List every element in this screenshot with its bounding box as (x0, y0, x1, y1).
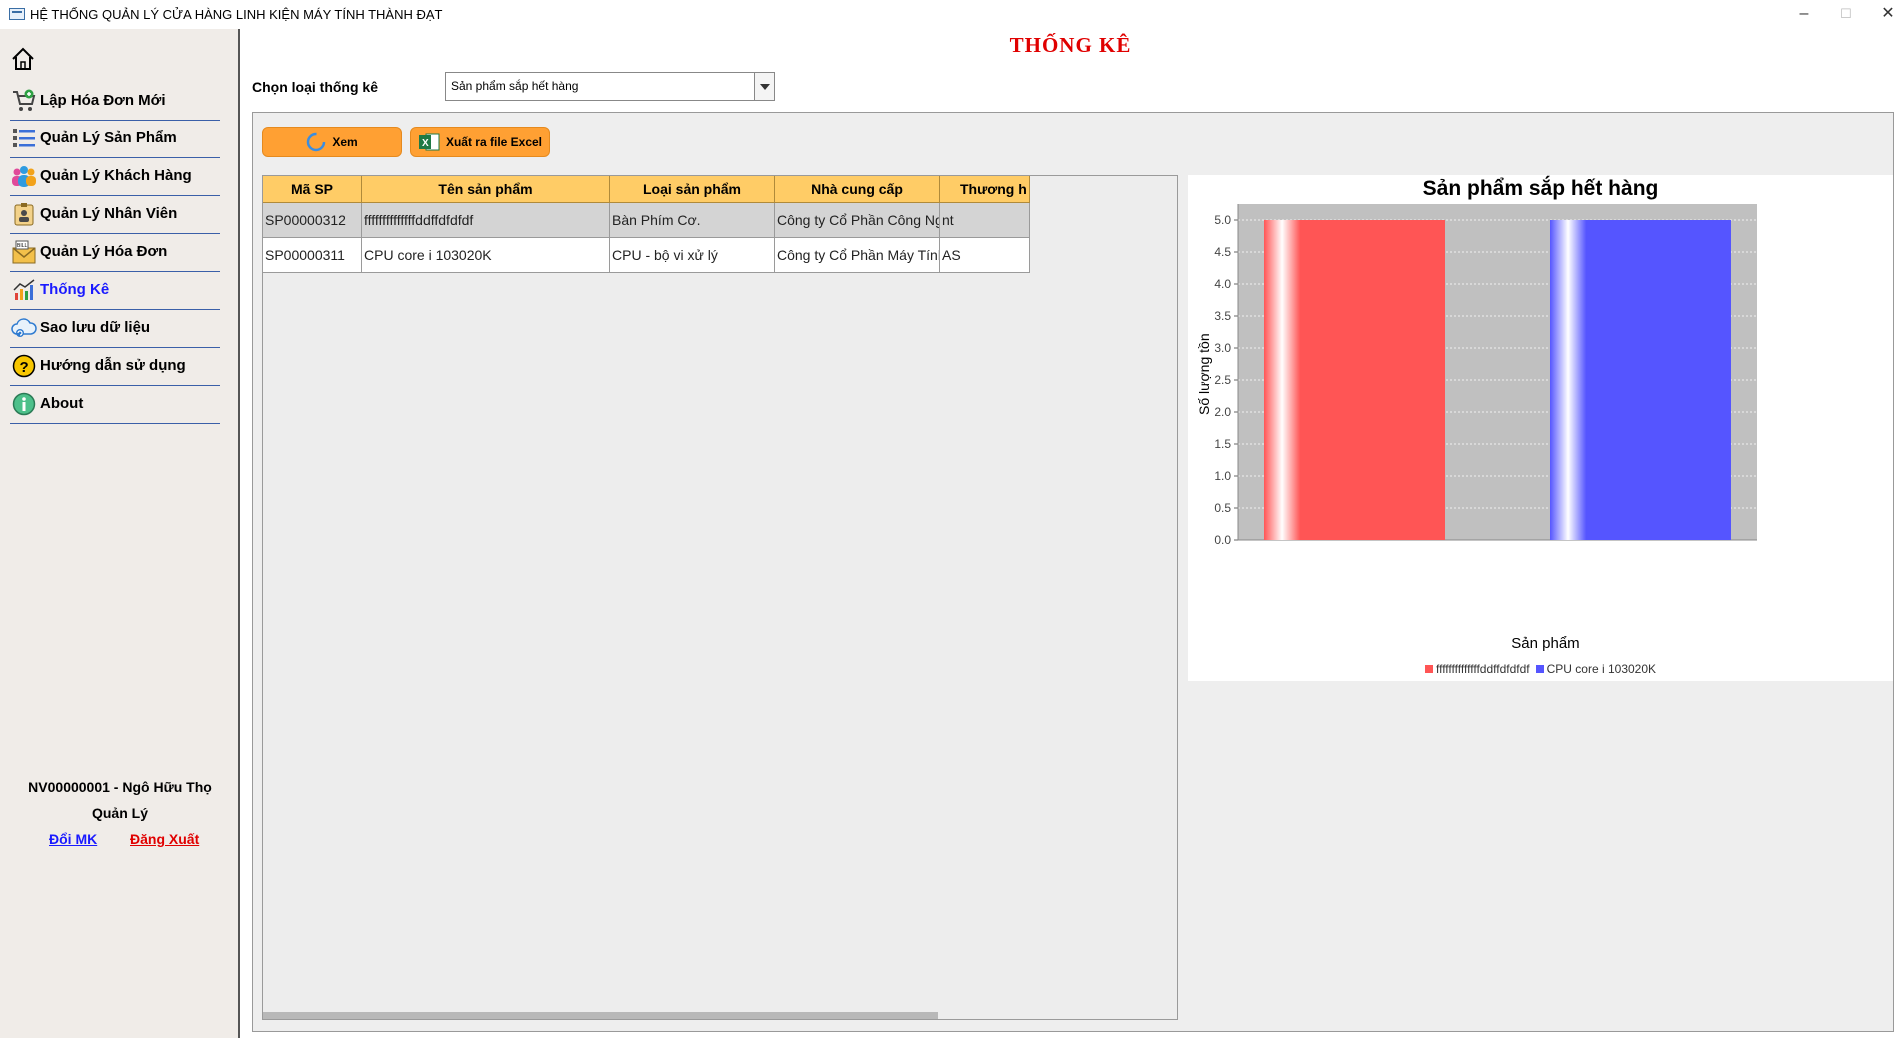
table-cell: SP00000311 (263, 238, 362, 273)
chart-y-tick-label: 3.0 (1214, 341, 1231, 355)
logout-link[interactable]: Đăng Xuất (130, 831, 199, 847)
sidebar-item-employees[interactable]: Quản Lý Nhân Viên (10, 194, 220, 234)
svg-text:BILL: BILL (17, 243, 28, 249)
table-row[interactable]: SP00000312 ffffffffffffffddffdfdfdf Bàn … (263, 203, 1030, 238)
table-cell: CPU core i 103020K (362, 238, 610, 273)
filter-label: Chọn loại thống kê (252, 79, 378, 95)
view-button[interactable]: Xem (262, 127, 402, 157)
horizontal-scrollbar[interactable] (263, 1012, 938, 1019)
employee-badge-icon (10, 200, 38, 228)
legend-item: CPU core i 103020K (1535, 662, 1657, 676)
legend-label: CPU core i 103020K (1546, 662, 1657, 676)
table-cell: Bàn Phím Cơ. (610, 203, 775, 238)
window-titlebar: HỆ THỐNG QUẢN LÝ CỬA HÀNG LINH KIỆN MÁY … (0, 0, 1899, 29)
sidebar-item-backup[interactable]: Sao lưu dữ liệu (10, 308, 220, 348)
legend-swatch (1535, 665, 1544, 673)
chart-bar (1264, 220, 1445, 540)
table-cell: Công ty Cổ Phần Công Nghệ... (775, 203, 940, 238)
svg-text:X: X (422, 138, 429, 149)
cart-add-icon (10, 87, 38, 115)
sidebar-item-label: Quản Lý Sản Phẩm (40, 129, 177, 146)
sidebar-item-label: Sao lưu dữ liệu (40, 319, 151, 336)
home-icon[interactable] (10, 46, 36, 72)
sidebar-item-about[interactable]: About (10, 384, 220, 424)
sidebar-item-label: Hướng dẫn sử dụng (40, 357, 186, 374)
close-button[interactable]: ✕ (1876, 4, 1899, 24)
main-content: THỐNG KÊ Chọn loại thống kê Sản phẩm sắp… (242, 29, 1899, 1038)
legend-item: ffffffffffffffddffdfdfdf (1424, 662, 1530, 676)
sidebar-item-label: Thống Kê (40, 281, 110, 298)
chart-y-tick-label: 2.0 (1214, 405, 1231, 419)
select-value: Sản phẩm sắp hết hàng (451, 79, 579, 93)
refresh-icon (306, 132, 326, 152)
table-row[interactable]: SP00000311 CPU core i 103020K CPU - bộ v… (263, 238, 1030, 273)
chart-y-tick-label: 4.5 (1214, 245, 1231, 259)
chart-icon (10, 276, 38, 304)
chart-x-axis-label: Sản phẩm (1511, 635, 1580, 652)
chart-y-tick-label: 2.5 (1214, 373, 1231, 387)
chart-y-tick-label: 1.0 (1214, 469, 1231, 483)
table-cell: nt (940, 203, 1030, 238)
help-icon: ? (10, 352, 38, 380)
chart-y-tick-label: 4.0 (1214, 277, 1231, 291)
chart-y-tick-label: 1.5 (1214, 437, 1231, 451)
info-icon (10, 390, 38, 418)
bill-icon: BILL (10, 238, 38, 266)
chart-y-tick-label: 0.5 (1214, 501, 1231, 515)
sidebar-item-label: Quản Lý Nhân Viên (40, 205, 178, 222)
column-header[interactable]: Thương h (940, 176, 1030, 203)
page-title: THỐNG KÊ (1009, 33, 1132, 57)
sidebar-item-customers[interactable]: Quản Lý Khách Hàng (10, 156, 220, 196)
statistic-type-select[interactable]: Sản phẩm sắp hết hàng (445, 72, 775, 101)
users-icon (10, 162, 38, 190)
column-header[interactable]: Mã SP (263, 176, 362, 203)
statistics-panel: Xem X Xuất ra file Excel Mã SP Tên sản p… (252, 112, 1894, 1032)
chart-y-tick-label: 0.0 (1214, 533, 1231, 547)
table-cell: Công ty Cổ Phần Máy Tính H... (775, 238, 940, 273)
excel-icon: X (418, 131, 440, 153)
table-cell: SP00000312 (263, 203, 362, 238)
column-header[interactable]: Loại sản phẩm (610, 176, 775, 203)
table-cell: ffffffffffffffddffdfdfdf (362, 203, 610, 238)
table-cell: CPU - bộ vi xử lý (610, 238, 775, 273)
sidebar-item-statistics[interactable]: Thống Kê (10, 270, 220, 310)
chart-plot: 0.0 0.5 1.0 1.5 2.0 2.5 3.0 3.5 4.0 4.5 5.0 (1214, 204, 1757, 547)
chart-bar (1550, 220, 1731, 540)
chevron-down-icon[interactable] (754, 73, 774, 100)
export-button-label: Xuất ra file Excel (445, 135, 543, 149)
column-header[interactable]: Nhà cung cấp (775, 176, 940, 203)
svg-text:?: ? (20, 359, 29, 376)
sidebar-item-label: Lập Hóa Đơn Mới (40, 92, 166, 109)
sidebar-item-help[interactable]: ? Hướng dẫn sử dụng (10, 346, 220, 386)
table-cell: AS (940, 238, 1030, 273)
table-header: Mã SP Tên sản phẩm Loại sản phẩm Nhà cun… (263, 176, 1030, 203)
chart-y-tick-label: 5.0 (1214, 213, 1231, 227)
sidebar-item-create-invoice[interactable]: Lập Hóa Đơn Mới (10, 81, 220, 121)
sidebar-item-label: About (40, 395, 84, 412)
products-table: Mã SP Tên sản phẩm Loại sản phẩm Nhà cun… (262, 175, 1178, 1020)
export-excel-button[interactable]: X Xuất ra file Excel (410, 127, 550, 157)
change-password-link[interactable]: Đổi MK (49, 831, 97, 847)
sidebar-item-invoices[interactable]: BILL Quản Lý Hóa Đơn (10, 232, 220, 272)
view-button-label: Xem (332, 135, 358, 149)
user-role: Quản Lý (91, 805, 148, 821)
minimize-button[interactable]: – (1792, 4, 1816, 24)
user-name: NV00000001 - Ngô Hữu Thọ (28, 779, 212, 795)
legend-label: ffffffffffffffddffdfdfdf (1435, 662, 1530, 676)
chart-container: Sản phẩm sắp hết hàng Số lượng tồn 0.0 0.… (1188, 175, 1893, 681)
sidebar-item-label: Quản Lý Hóa Đơn (40, 243, 168, 260)
list-icon (10, 124, 38, 152)
app-icon (9, 8, 25, 20)
window-title: HỆ THỐNG QUẢN LÝ CỬA HÀNG LINH KIỆN MÁY … (30, 7, 443, 22)
sidebar-item-label: Quản Lý Khách Hàng (40, 167, 192, 184)
sidebar-item-products[interactable]: Quản Lý Sản Phẩm (10, 118, 220, 158)
chart-legend: ffffffffffffffddffdfdfdf CPU core i 1030… (1188, 662, 1893, 676)
chart-y-tick-label: 3.5 (1214, 309, 1231, 323)
maximize-button[interactable]: ☐ (1834, 4, 1858, 24)
column-header[interactable]: Tên sản phẩm (362, 176, 610, 203)
legend-swatch (1424, 665, 1433, 673)
cloud-backup-icon (10, 314, 38, 342)
sidebar: Lập Hóa Đơn Mới Quản Lý Sản Phẩm Quản Lý… (0, 29, 240, 1038)
